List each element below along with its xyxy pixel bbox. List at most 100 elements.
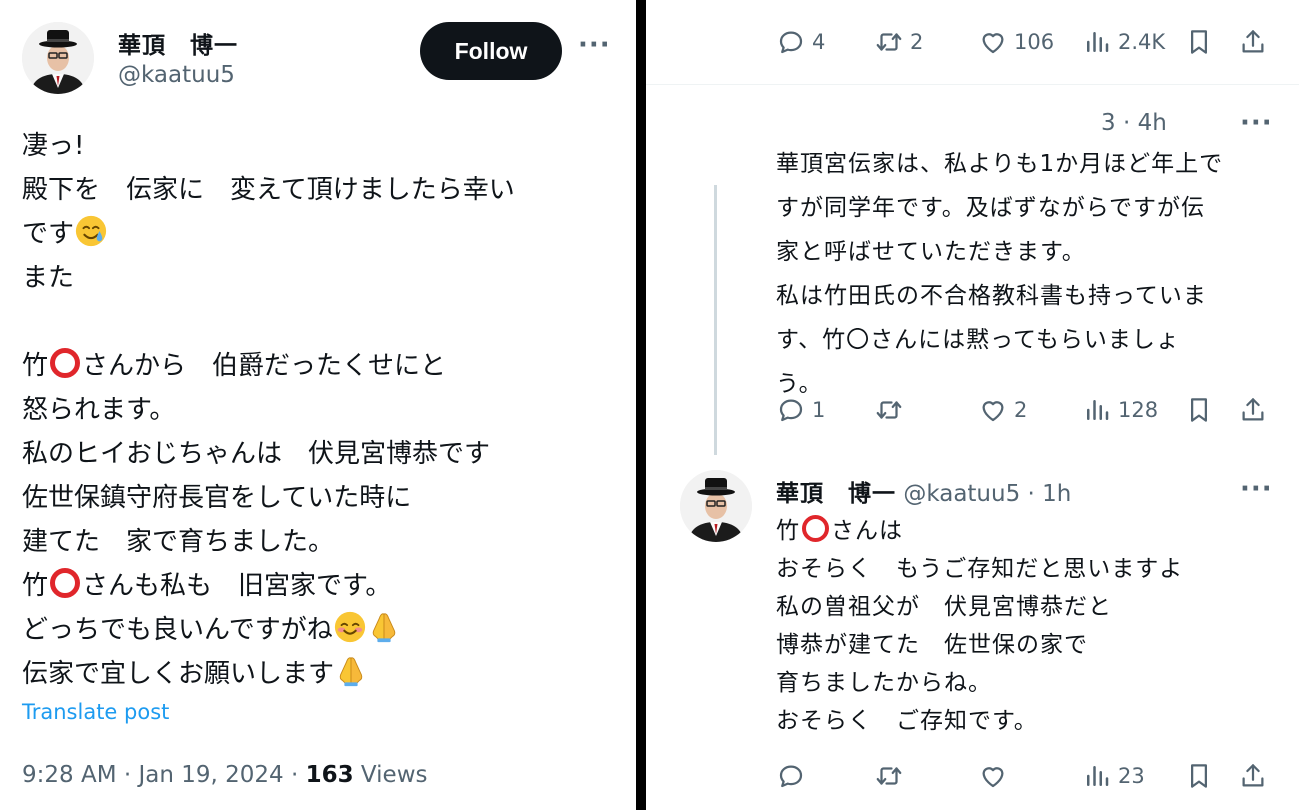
panel-divider	[636, 0, 646, 810]
post-text-span: 竹	[22, 351, 49, 381]
reply-text: 華頂宮伝家は、私よりも1か月ほど年上で すが同学年です。及ばずながらですが伝 家…	[776, 146, 1276, 410]
post-line: 竹 さんから 伯爵だったくせにと	[22, 344, 622, 388]
reply-text-span: 竹	[776, 518, 800, 544]
reply-line: 私は竹田氏の不合格教科書も持っていま	[776, 283, 1207, 309]
author-name[interactable]: 華頂 博一	[118, 26, 238, 60]
bookmark-icon	[1184, 395, 1214, 425]
post-line: 伝家で宜しくお願いします	[22, 652, 622, 696]
reply-count: 1	[812, 398, 826, 422]
views-count: 2.4K	[1118, 30, 1166, 54]
post-line: です	[22, 212, 622, 256]
action-bar: 23	[646, 756, 1299, 796]
post-line: 私のヒイおじちゃんは 伏見宮博恭です	[22, 439, 491, 469]
reply-line: 家と呼ばせていただきます。	[776, 239, 1086, 265]
post-line: 怒られます。	[22, 395, 176, 425]
bookmark-button[interactable]	[1184, 390, 1214, 430]
like-count: 106	[1014, 30, 1055, 54]
smiling-blush-emoji	[333, 610, 367, 644]
post-text: 凄っ! 殿下を 伝家に 変えて頂けましたら幸い です また 竹 さんから 伯爵だっ…	[22, 124, 622, 696]
post-line: 竹 さんも私も 旧宮家です。	[22, 564, 622, 608]
reply-line: おそらく ご存知です。	[776, 708, 1038, 734]
post-text-span: 竹	[22, 571, 49, 601]
post-text-span: さんも私も 旧宮家です。	[82, 571, 392, 601]
views-label: Views	[353, 762, 428, 788]
reply-count: 4	[812, 30, 826, 54]
views-count: 163	[305, 762, 354, 788]
share-button[interactable]	[1238, 756, 1268, 796]
post-text-span: どっちでも良いんですがね	[22, 615, 333, 645]
reply-line: す、竹〇さんには黙ってもらいましょ	[776, 327, 1180, 353]
repost-icon	[874, 395, 904, 425]
action-bar: 1 2 128	[646, 390, 1299, 430]
translate-post-link[interactable]: Translate post	[22, 700, 169, 724]
post-text-span: さんから 伯爵だったくせにと	[82, 351, 447, 381]
more-icon[interactable]: ···	[578, 30, 611, 60]
reply-line: 育ちましたからね。	[776, 670, 992, 696]
like-icon	[978, 395, 1008, 425]
reply-line: 華頂宮伝家は、私よりも1か月ほど年上で	[776, 151, 1224, 177]
more-icon[interactable]: ···	[1240, 108, 1273, 138]
follow-button[interactable]: Follow	[420, 22, 562, 80]
author-avatar[interactable]	[22, 22, 94, 94]
like-button[interactable]: 106	[978, 22, 1054, 62]
post-line: また	[22, 263, 75, 293]
post-line: 建てた 家で育ちました。	[22, 527, 335, 557]
bookmark-button[interactable]	[1184, 756, 1214, 796]
reply-timestamp[interactable]: 3 · 4h	[1101, 110, 1167, 136]
post-timestamp[interactable]: 9:28 AM · Jan 19, 2024 ·	[22, 762, 306, 788]
author-handle[interactable]: @kaatuu5	[118, 62, 235, 88]
reply-text-span: さんは	[831, 518, 903, 544]
like-button[interactable]: 2	[978, 390, 1027, 430]
like-count: 2	[1014, 398, 1028, 422]
reply-line: 竹 さんは	[776, 512, 1276, 550]
like-button[interactable]	[978, 756, 1014, 796]
repost-button[interactable]: 2	[874, 22, 923, 62]
post-line: どっちでも良いんですがね	[22, 608, 622, 652]
post-line: 佐世保鎮守府長官をしていた時に	[22, 483, 412, 513]
like-icon	[978, 27, 1008, 57]
views-button[interactable]: 2.4K	[1082, 22, 1165, 62]
folded-hands-emoji	[334, 654, 368, 688]
reply-line: 私の曽祖父が 伏見宮博恭だと	[776, 594, 1112, 620]
action-bar: 4 2 106 2.4K	[646, 22, 1299, 62]
right-thread-panel: 4 2 106 2.4K 3 · 4h ··· 華頂宮伝家は、私よりも1か月ほど…	[646, 0, 1299, 810]
reply-timestamp[interactable]: · 1h	[1020, 481, 1072, 507]
bookmark-button[interactable]	[1184, 22, 1214, 62]
reply-header: 華頂 博一 @kaatuu5 · 1h	[776, 474, 1071, 508]
share-button[interactable]	[1238, 22, 1268, 62]
views-icon	[1082, 761, 1112, 791]
post-line: 殿下を 伝家に 変えて頂けましたら幸い	[22, 175, 515, 205]
post-text-span: 伝家で宜しくお願いします	[22, 659, 335, 689]
views-button[interactable]: 23	[1082, 756, 1145, 796]
share-icon	[1238, 395, 1268, 425]
separator	[646, 84, 1299, 85]
share-button[interactable]	[1238, 390, 1268, 430]
repost-count: 2	[910, 30, 924, 54]
share-icon	[1238, 761, 1268, 791]
author-name[interactable]: 華頂 博一	[776, 481, 896, 507]
author-handle[interactable]: @kaatuu5	[903, 481, 1020, 507]
views-icon	[1082, 27, 1112, 57]
red-circle-emoji	[802, 515, 829, 542]
repost-button[interactable]	[874, 756, 910, 796]
red-circle-emoji	[50, 568, 81, 598]
repost-icon	[874, 761, 904, 791]
views-count: 23	[1118, 764, 1145, 788]
reply-button[interactable]: 1	[776, 390, 825, 430]
reply-button[interactable]: 4	[776, 22, 825, 62]
reply-icon	[776, 761, 806, 791]
more-icon[interactable]: ···	[1240, 474, 1273, 504]
folded-hands-emoji	[367, 610, 401, 644]
repost-icon	[874, 27, 904, 57]
reply-button[interactable]	[776, 756, 812, 796]
like-icon	[978, 761, 1008, 791]
post-text-span: です	[22, 219, 75, 249]
author-avatar[interactable]	[680, 470, 752, 542]
views-button[interactable]: 128	[1082, 390, 1158, 430]
reply-line: すが同学年です。及ばずながらですが伝	[776, 195, 1206, 221]
tearful-smile-emoji	[74, 214, 108, 248]
repost-button[interactable]	[874, 390, 910, 430]
left-post-panel: 華頂 博一 @kaatuu5 Follow ··· 凄っ! 殿下を 伝家に 変え…	[0, 0, 636, 810]
bookmark-icon	[1184, 761, 1214, 791]
post-meta: 9:28 AM · Jan 19, 2024 · 163 Views	[22, 762, 427, 788]
